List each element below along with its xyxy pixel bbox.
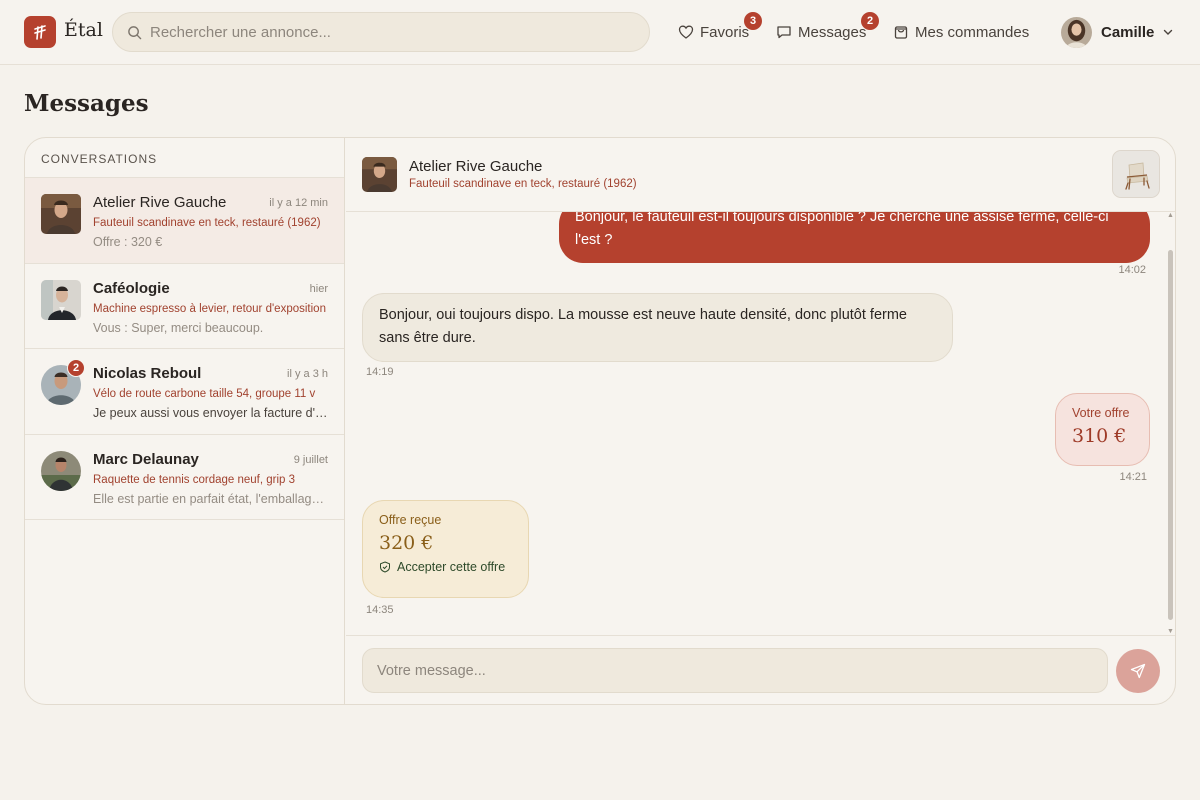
scroll-up-icon[interactable]: ▲ — [1167, 212, 1174, 219]
chat-seller-name[interactable]: Atelier Rive Gauche — [409, 158, 542, 175]
offer-sent-amount: 310 € — [1072, 425, 1127, 447]
conversation-item-atelier-rive-gauche[interactable]: Atelier Rive Gauche il y a 12 min Fauteu… — [25, 178, 344, 264]
chevron-down-icon — [1164, 29, 1173, 35]
chat-item-title[interactable]: Fauteuil scandinave en teck, restauré (1… — [409, 178, 637, 190]
message-time: 14:21 — [1119, 471, 1147, 483]
conversation-name: Atelier Rive Gauche — [93, 194, 227, 211]
messages-panel: CONVERSATIONS Atelier Rive Gauche il y a… — [24, 137, 1176, 705]
accept-offer-label: Accepter cette offre — [397, 560, 506, 574]
brand-logo-icon[interactable] — [24, 16, 56, 48]
conversation-item-cafeologie[interactable]: Caféologie hier Machine espresso à levie… — [25, 264, 344, 349]
shopping-bag-icon — [894, 26, 908, 39]
brand-name[interactable]: Étal — [64, 19, 103, 41]
conversation-item-nicolas-reboul[interactable]: 2 Nicolas Reboul il y a 3 h Vélo de rout… — [25, 349, 344, 435]
offer-sent-label: Votre offre — [1072, 406, 1130, 420]
message-time: 14:02 — [1118, 264, 1146, 276]
user-name: Camille — [1101, 23, 1155, 41]
conversation-list: CONVERSATIONS Atelier Rive Gauche il y a… — [25, 138, 345, 704]
user-menu[interactable]: Camille — [1061, 16, 1174, 48]
nav-messages-label: Messages — [798, 23, 867, 41]
avatar — [41, 279, 81, 320]
conversation-time: 9 juillet — [293, 453, 328, 466]
message-composer — [346, 635, 1175, 704]
conversation-preview: Vous : Super, merci beaucoup. — [93, 320, 264, 335]
conversation-time: hier — [309, 282, 328, 295]
search-bar[interactable] — [112, 12, 650, 52]
conversation-name: Caféologie — [93, 279, 170, 297]
messages-count-badge: 2 — [861, 12, 879, 30]
chat-view: Atelier Rive Gauche Fauteuil scandinave … — [346, 138, 1175, 704]
nav-orders[interactable]: Mes commandes — [893, 22, 1029, 42]
scrollbar[interactable]: ▲ ▼ — [1166, 212, 1174, 635]
conversation-item-marc-delaunay[interactable]: Marc Delaunay 9 juillet Raquette de tenn… — [25, 435, 344, 520]
send-button[interactable] — [1116, 649, 1160, 693]
message-received: Bonjour, oui toujours dispo. La mousse e… — [362, 293, 953, 362]
item-thumbnail[interactable] — [1112, 150, 1160, 198]
conversation-list-header: CONVERSATIONS — [25, 138, 344, 178]
offer-sent-card: Votre offre 310 € — [1055, 393, 1150, 466]
chat-header: Atelier Rive Gauche Fauteuil scandinave … — [346, 138, 1175, 212]
nav-favorites[interactable]: Favoris 3 — [678, 12, 762, 42]
message-sent: Bonjour, le fauteuil est-il toujours dis… — [559, 212, 1150, 263]
message-input[interactable] — [362, 648, 1108, 693]
conversation-preview: Offre : 320 € — [93, 235, 163, 249]
avatar — [1061, 16, 1092, 48]
unread-count-badge: 2 — [67, 359, 85, 377]
search-input[interactable] — [150, 23, 630, 41]
shield-check-icon — [380, 561, 390, 573]
avatar[interactable] — [362, 157, 397, 192]
conversation-item-title: Machine espresso à levier, retour d'expo… — [93, 302, 326, 315]
avatar — [41, 194, 81, 234]
message-time: 14:35 — [366, 604, 394, 616]
conversation-name: Marc Delaunay — [93, 450, 199, 468]
conversation-time: il y a 12 min — [269, 197, 328, 209]
nav-favorites-label: Favoris — [700, 23, 750, 41]
heart-icon — [678, 25, 694, 39]
conversation-preview: Elle est partie en parfait état, l'embal… — [93, 491, 329, 506]
conversation-item-title: Fauteuil scandinave en teck, restauré (1… — [93, 217, 321, 229]
nav-messages[interactable]: Messages 2 — [776, 12, 879, 42]
conversation-item-title: Raquette de tennis cordage neuf, grip 3 — [93, 473, 296, 486]
offer-received-amount: 320 € — [379, 532, 434, 554]
avatar — [41, 450, 81, 491]
conversation-item-title: Vélo de route carbone taille 54, groupe … — [93, 388, 316, 400]
message-thread[interactable]: Bonjour, le fauteuil est-il toujours dis… — [346, 212, 1175, 635]
nav-orders-label: Mes commandes — [915, 23, 1030, 41]
armchair-icon — [1113, 151, 1159, 197]
search-icon — [128, 25, 142, 39]
offer-received-card: Offre reçue 320 € Accepter cette offre — [362, 500, 529, 598]
scrollbar-thumb[interactable] — [1168, 250, 1173, 620]
page-title: Messages — [24, 90, 149, 117]
conversation-time: il y a 3 h — [287, 368, 328, 380]
conversation-preview: Je peux aussi vous envoyer la facture d'… — [93, 406, 329, 420]
scroll-down-icon[interactable]: ▼ — [1167, 628, 1174, 635]
accept-offer-button[interactable]: Accepter cette offre — [379, 560, 512, 574]
offer-received-label: Offre reçue — [379, 513, 442, 527]
message-time: 14:19 — [366, 366, 394, 378]
top-bar: Étal Favoris 3 Messages 2 Mes commandes — [0, 0, 1200, 65]
conversation-name: Nicolas Reboul — [93, 365, 202, 382]
message-icon — [777, 26, 791, 39]
favorites-count-badge: 3 — [744, 12, 762, 30]
send-icon — [1130, 663, 1146, 679]
